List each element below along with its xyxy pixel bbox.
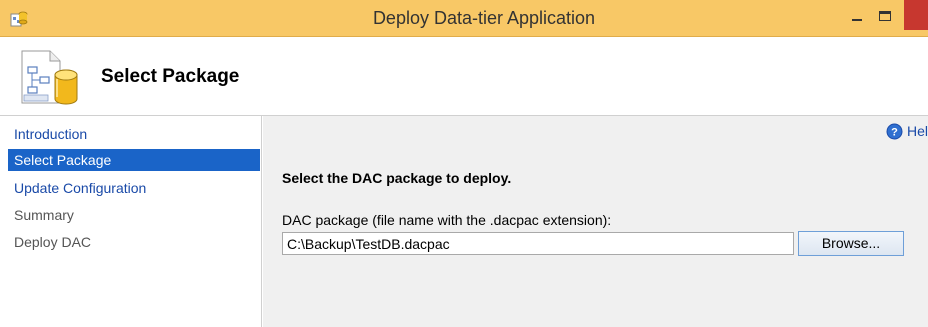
window-title: Deploy Data-tier Application — [372, 8, 596, 28]
page-title: Select Package — [101, 66, 240, 87]
sidebar-item-deploy-dac: Deploy DAC — [14, 234, 92, 250]
help-label[interactable]: Hel — [907, 123, 928, 139]
database-diagram-icon — [21, 50, 78, 105]
dac-package-path-input[interactable] — [282, 232, 794, 255]
sidebar-item-update-configuration[interactable]: Update Configuration — [8, 176, 260, 203]
maximize-button[interactable] — [866, 0, 904, 30]
maximize-icon — [879, 11, 891, 22]
svg-text:?: ? — [891, 126, 898, 138]
help-link[interactable]: ? Hel — [886, 122, 928, 140]
browse-button[interactable]: Browse... — [798, 231, 904, 256]
minimize-icon — [852, 19, 862, 22]
wizard-steps-sidebar: Introduction Select Package Update Confi… — [0, 116, 262, 327]
dac-package-label: DAC package (file name with the .dacpac … — [282, 212, 612, 228]
sidebar-item-summary: Summary — [14, 207, 74, 223]
help-icon: ? — [886, 123, 903, 139]
close-button[interactable] — [904, 0, 928, 30]
sidebar-item-select-package[interactable]: Select Package — [8, 149, 260, 171]
sidebar-item-introduction[interactable]: Introduction — [8, 122, 260, 149]
title-bar: Deploy Data-tier Application — [0, 0, 928, 37]
page-header: Select Package — [0, 37, 928, 116]
main-panel: ? Hel Select the DAC package to deploy. … — [263, 116, 928, 327]
instruction-text: Select the DAC package to deploy. — [282, 170, 512, 186]
